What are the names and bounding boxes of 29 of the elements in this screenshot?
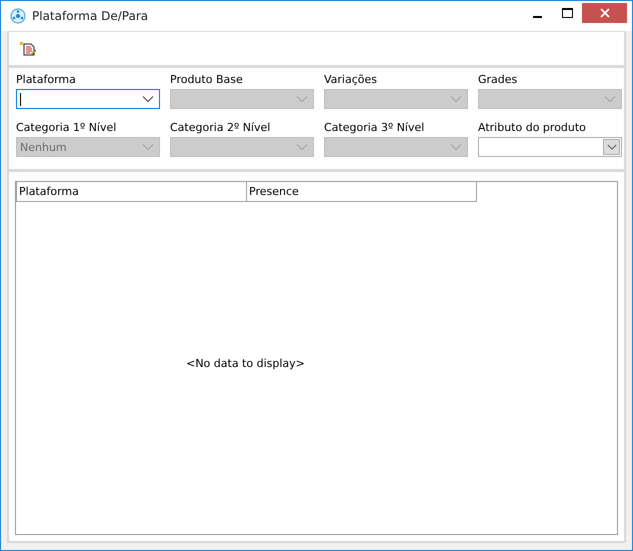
empty-message: <No data to display> [186,356,305,370]
maximize-icon [562,8,572,18]
caret-icon [296,95,308,103]
close-button[interactable] [582,3,627,23]
field-label: Categoria 3º Nível [324,121,426,134]
field-label: Categoria 2º Nível [170,121,272,134]
dropdown-field[interactable] [16,89,160,109]
field-label: Categoria 1º Nível [16,121,118,134]
caret-icon [450,143,462,151]
app-icon [10,8,26,24]
caret-icon [606,143,616,151]
window-title: Plataforma De/Para [32,9,150,23]
column-header[interactable]: Presence [246,182,476,201]
caret-icon [296,143,308,151]
field-label: Produto Base [170,73,244,86]
dropdown-field[interactable] [478,137,622,157]
caret-icon [142,143,154,151]
close-icon [600,8,610,18]
caret-icon [450,95,462,103]
field-label: Atributo do produto [478,121,587,134]
column-header[interactable]: Plataforma [16,182,246,201]
dropdown-button[interactable] [603,139,620,155]
caret-icon [142,95,154,103]
field-label: Grades [478,73,518,86]
document-wand-icon[interactable] [19,40,37,56]
minimize-icon [532,16,542,18]
field-label: Plataforma [16,73,77,86]
caret-icon [604,95,616,103]
field-label: Variações [324,73,378,86]
